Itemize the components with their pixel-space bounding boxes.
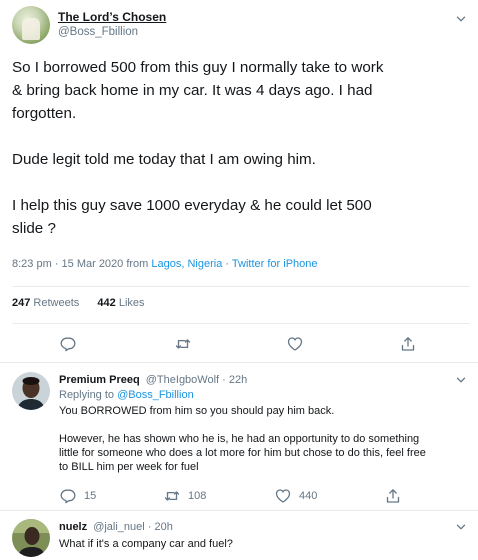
divider — [12, 323, 470, 324]
reply-button[interactable] — [60, 334, 76, 354]
meta-separator: · — [222, 258, 232, 270]
reply-actions: 15 108 440 — [0, 486, 478, 506]
share-icon — [385, 488, 401, 504]
reply-count: 15 — [84, 490, 97, 502]
reply-line: You BORROWED from him so you should pay … — [59, 405, 335, 417]
reply-icon — [60, 336, 76, 352]
main-tweet: The Lord’s Chosen @Boss_Fbillion So I bo… — [0, 0, 478, 360]
tweet-line: I help this guy save 1000 everyday & he … — [12, 197, 372, 214]
tweet-line: So I borrowed 500 from this guy I normal… — [12, 59, 384, 76]
reply-line: What if it's a company car and fuel? — [59, 538, 233, 550]
chevron-down-icon[interactable] — [456, 522, 466, 532]
like-button[interactable]: 440 — [275, 486, 317, 506]
likes-stat[interactable]: 442 Likes — [97, 297, 144, 309]
reply-line: to BILL him per week for fuel — [59, 461, 199, 473]
like-button[interactable] — [287, 334, 303, 354]
share-icon — [400, 336, 416, 352]
reply-icon — [60, 488, 76, 504]
reply-line: However, he has shown who he is, he had … — [59, 433, 420, 445]
author-name[interactable]: The Lord’s Chosen — [58, 10, 166, 24]
tweet-line: forgotten. — [12, 105, 77, 122]
tweet-line: slide ? — [12, 220, 56, 237]
chevron-down-icon[interactable] — [456, 375, 466, 385]
reply-tweet[interactable]: Premium Preeq @TheIgboWolf · 22h Replyin… — [0, 363, 478, 509]
reply-author[interactable]: nuelz @jali_nuel · 20h — [59, 521, 173, 533]
divider — [12, 286, 470, 287]
tweet-text: So I borrowed 500 from this guy I normal… — [12, 56, 472, 240]
heart-icon — [275, 488, 291, 504]
reply-button[interactable]: 15 — [60, 486, 96, 506]
avatar[interactable] — [12, 519, 50, 557]
chevron-down-icon[interactable] — [456, 14, 466, 24]
reply-text: You BORROWED from him so you should pay … — [59, 404, 471, 474]
tweet-stats: 247 Retweets 442 Likes — [12, 297, 145, 309]
retweets-stat[interactable]: 247 Retweets — [12, 297, 79, 309]
share-button[interactable] — [385, 486, 401, 506]
like-count: 440 — [299, 490, 318, 502]
retweet-button[interactable] — [175, 334, 191, 354]
reply-text: What if it's a company car and fuel? — [59, 537, 471, 551]
reply-author[interactable]: Premium Preeq @TheIgboWolf · 22h — [59, 374, 247, 386]
heart-icon — [287, 336, 303, 352]
retweet-count: 108 — [188, 490, 207, 502]
tweet-timestamp[interactable]: 8:23 pm · 15 Mar 2020 from — [12, 258, 151, 270]
retweet-icon — [164, 488, 180, 504]
avatar[interactable] — [12, 372, 50, 410]
avatar[interactable] — [12, 6, 50, 44]
location-link[interactable]: Lagos, Nigeria — [151, 258, 222, 270]
retweet-button[interactable]: 108 — [164, 486, 206, 506]
tweet-meta: 8:23 pm · 15 Mar 2020 from Lagos, Nigeri… — [12, 258, 318, 270]
tweet-actions — [0, 334, 478, 354]
tweet-line: & bring back home in my car. It was 4 da… — [12, 82, 373, 99]
replying-to: Replying to @Boss_Fbillion — [59, 389, 194, 401]
tweet-line: Dude legit told me today that I am owing… — [12, 151, 316, 168]
author-handle[interactable]: @Boss_Fbillion — [58, 26, 138, 38]
share-button[interactable] — [400, 334, 416, 354]
retweet-icon — [175, 336, 191, 352]
reply-tweet[interactable]: nuelz @jali_nuel · 20h What if it's a co… — [0, 511, 478, 560]
source-link[interactable]: Twitter for iPhone — [232, 258, 318, 270]
reply-line: little for someone who does a lot more f… — [59, 447, 426, 459]
replying-to-link[interactable]: @Boss_Fbillion — [117, 389, 194, 401]
